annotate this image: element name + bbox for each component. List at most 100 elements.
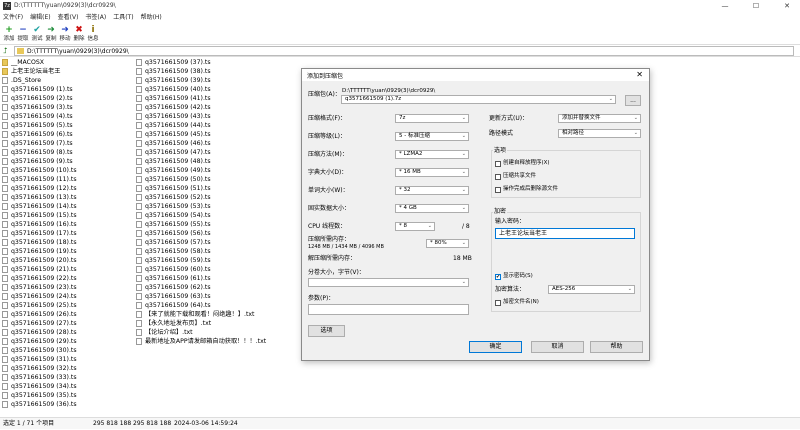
toolbar-button[interactable]: + 添加: [2, 25, 16, 45]
threads-select[interactable]: * 8 ⌄: [395, 222, 435, 231]
file-item[interactable]: q3571661509 (46).ts: [136, 139, 296, 148]
update-mode-select[interactable]: 添加并替换文件 ⌄: [558, 114, 641, 123]
method-select[interactable]: * LZMA2 ⌄: [395, 150, 469, 159]
file-item[interactable]: q3571661509 (28).ts: [2, 328, 132, 337]
file-item[interactable]: q3571661509 (44).ts: [136, 121, 296, 130]
file-item[interactable]: q3571661509 (48).ts: [136, 157, 296, 166]
file-item[interactable]: q3571661509 (58).ts: [136, 247, 296, 256]
file-item[interactable]: 【来了就能下载和观看！闷绝趣！】.txt: [136, 310, 296, 319]
file-item[interactable]: q3571661509 (23).ts: [2, 283, 132, 292]
up-folder-icon[interactable]: ⮥: [3, 46, 13, 56]
file-item[interactable]: q3571661509 (36).ts: [2, 400, 132, 409]
file-item[interactable]: q3571661509 (11).ts: [2, 175, 132, 184]
file-item[interactable]: q3571661509 (9).ts: [2, 157, 132, 166]
options-button[interactable]: 选项: [308, 325, 345, 337]
file-item[interactable]: q3571661509 (50).ts: [136, 175, 296, 184]
folder-item[interactable]: 上老王论坛当老王: [2, 67, 132, 76]
minimize-button[interactable]: —: [717, 1, 733, 11]
sfx-checkbox[interactable]: [495, 161, 501, 167]
file-item[interactable]: q3571661509 (45).ts: [136, 130, 296, 139]
browse-button[interactable]: ...: [625, 95, 641, 106]
menu-item[interactable]: 文件(F): [3, 12, 23, 23]
file-item[interactable]: q3571661509 (13).ts: [2, 193, 132, 202]
file-item[interactable]: q3571661509 (30).ts: [2, 346, 132, 355]
file-item[interactable]: q3571661509 (41).ts: [136, 94, 296, 103]
memory-percent-select[interactable]: * 80% ⌄: [426, 239, 469, 248]
folder-item[interactable]: __MACOSX: [2, 58, 132, 67]
file-item[interactable]: .DS_Store: [2, 76, 132, 85]
file-item[interactable]: q3571661509 (2).ts: [2, 94, 132, 103]
file-item[interactable]: q3571661509 (20).ts: [2, 256, 132, 265]
shared-files-checkbox[interactable]: [495, 174, 501, 180]
file-item[interactable]: q3571661509 (31).ts: [2, 355, 132, 364]
file-item[interactable]: q3571661509 (34).ts: [2, 382, 132, 391]
delete-after-checkbox[interactable]: [495, 187, 501, 193]
file-item[interactable]: q3571661509 (29).ts: [2, 337, 132, 346]
file-item[interactable]: q3571661509 (39).ts: [136, 76, 296, 85]
word-size-select[interactable]: * 32 ⌄: [395, 186, 469, 195]
file-item[interactable]: q3571661509 (64).ts: [136, 301, 296, 310]
toolbar-button[interactable]: − 提取: [16, 25, 30, 45]
file-item[interactable]: q3571661509 (3).ts: [2, 103, 132, 112]
params-input[interactable]: [308, 304, 469, 315]
file-item[interactable]: q3571661509 (62).ts: [136, 283, 296, 292]
file-item[interactable]: q3571661509 (14).ts: [2, 202, 132, 211]
file-item[interactable]: q3571661509 (15).ts: [2, 211, 132, 220]
file-item[interactable]: q3571661509 (59).ts: [136, 256, 296, 265]
file-item[interactable]: q3571661509 (49).ts: [136, 166, 296, 175]
menu-item[interactable]: 查看(V): [58, 12, 79, 23]
solid-size-select[interactable]: * 4 GB ⌄: [395, 204, 469, 213]
dialog-close-icon[interactable]: ✕: [636, 70, 643, 80]
file-item[interactable]: q3571661509 (61).ts: [136, 274, 296, 283]
file-item[interactable]: 最新地址及APP请发邮箱自动获取！！！.txt: [136, 337, 296, 346]
file-item[interactable]: q3571661509 (40).ts: [136, 85, 296, 94]
file-item[interactable]: q3571661509 (4).ts: [2, 112, 132, 121]
file-item[interactable]: q3571661509 (27).ts: [2, 319, 132, 328]
file-item[interactable]: q3571661509 (55).ts: [136, 220, 296, 229]
file-item[interactable]: q3571661509 (47).ts: [136, 148, 296, 157]
toolbar-button[interactable]: ✖ 删除: [72, 25, 86, 45]
file-item[interactable]: q3571661509 (1).ts: [2, 85, 132, 94]
format-select[interactable]: 7z ⌄: [395, 114, 469, 123]
file-item[interactable]: q3571661509 (38).ts: [136, 67, 296, 76]
file-item[interactable]: q3571661509 (33).ts: [2, 373, 132, 382]
toolbar-button[interactable]: ➜ 移动: [58, 25, 72, 45]
file-item[interactable]: q3571661509 (18).ts: [2, 238, 132, 247]
file-item[interactable]: q3571661509 (42).ts: [136, 103, 296, 112]
file-item[interactable]: q3571661509 (5).ts: [2, 121, 132, 130]
file-item[interactable]: q3571661509 (54).ts: [136, 211, 296, 220]
file-item[interactable]: q3571661509 (22).ts: [2, 274, 132, 283]
menu-item[interactable]: 书签(A): [85, 12, 106, 23]
file-item[interactable]: q3571661509 (63).ts: [136, 292, 296, 301]
file-item[interactable]: q3571661509 (35).ts: [2, 391, 132, 400]
file-item[interactable]: q3571661509 (12).ts: [2, 184, 132, 193]
show-password-checkbox[interactable]: ✔: [495, 274, 501, 280]
encryption-method-select[interactable]: AES-256 ⌄: [548, 285, 635, 294]
address-input[interactable]: D:\TTTTTT\yuan\0929(3)\dcr0929\: [14, 46, 794, 56]
file-item[interactable]: q3571661509 (43).ts: [136, 112, 296, 121]
password-input[interactable]: 上老王论坛当老王: [495, 228, 635, 239]
file-item[interactable]: 【永久地址发布页】.txt: [136, 319, 296, 328]
file-item[interactable]: q3571661509 (56).ts: [136, 229, 296, 238]
file-item[interactable]: q3571661509 (51).ts: [136, 184, 296, 193]
path-mode-select[interactable]: 相对路径 ⌄: [558, 129, 641, 138]
file-item[interactable]: q3571661509 (25).ts: [2, 301, 132, 310]
file-item[interactable]: q3571661509 (52).ts: [136, 193, 296, 202]
encrypt-names-checkbox[interactable]: [495, 300, 501, 306]
menu-item[interactable]: 工具(T): [113, 12, 133, 23]
close-button[interactable]: ✕: [779, 1, 795, 11]
archive-name-combo[interactable]: q3571661509 (1).7z ⌄: [341, 95, 616, 104]
file-item[interactable]: q3571661509 (7).ts: [2, 139, 132, 148]
file-item[interactable]: q3571661509 (16).ts: [2, 220, 132, 229]
file-item[interactable]: q3571661509 (8).ts: [2, 148, 132, 157]
maximize-button[interactable]: ☐: [748, 1, 764, 11]
file-item[interactable]: q3571661509 (32).ts: [2, 364, 132, 373]
level-select[interactable]: 5 - 标准压缩 ⌄: [395, 132, 469, 141]
file-item[interactable]: q3571661509 (17).ts: [2, 229, 132, 238]
file-item[interactable]: 【论坛介绍】.txt: [136, 328, 296, 337]
file-item[interactable]: q3571661509 (37).ts: [136, 58, 296, 67]
file-item[interactable]: q3571661509 (24).ts: [2, 292, 132, 301]
ok-button[interactable]: 确定: [469, 341, 522, 353]
file-item[interactable]: q3571661509 (21).ts: [2, 265, 132, 274]
file-item[interactable]: q3571661509 (53).ts: [136, 202, 296, 211]
